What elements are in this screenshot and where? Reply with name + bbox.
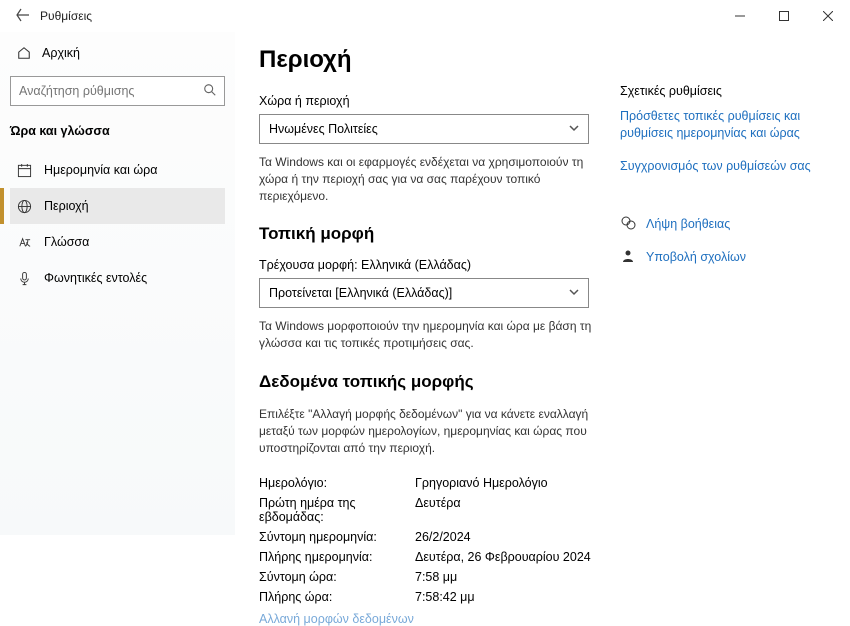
sidebar: Αρχική Ώρα και γλώσσα Ημερομηνία και ώρα… — [0, 32, 235, 535]
chevron-down-icon — [569, 286, 579, 300]
chevron-down-icon — [569, 122, 579, 136]
format-current: Τρέχουσα μορφή: Ελληνικά (Ελλάδας) — [259, 258, 620, 272]
give-feedback-link[interactable]: Υποβολή σχολίων — [620, 248, 820, 267]
country-value: Ηνωμένες Πολιτείες — [269, 122, 378, 136]
data-row: Πλήρης ώρα:7:58:42 μμ — [259, 590, 620, 604]
language-icon — [16, 235, 32, 250]
sidebar-item-datetime[interactable]: Ημερομηνία και ώρα — [10, 152, 225, 188]
country-dropdown[interactable]: Ηνωμένες Πολιτείες — [259, 114, 589, 144]
sidebar-item-label: Ημερομηνία και ώρα — [44, 163, 157, 177]
related-link-additional[interactable]: Πρόσθετες τοπικές ρυθμίσεις και ρυθμίσει… — [620, 108, 820, 142]
content-area: Περιοχή Χώρα ή περιοχή Ηνωμένες Πολιτείε… — [259, 46, 620, 535]
microphone-icon — [16, 271, 32, 286]
sidebar-item-label: Φωνητικές εντολές — [44, 271, 147, 285]
search-box[interactable] — [10, 76, 225, 106]
data-row: Ημερολόγιο:Γρηγοριανό Ημερολόγιο — [259, 476, 620, 490]
format-heading: Τοπική μορφή — [259, 224, 620, 244]
sidebar-item-language[interactable]: Γλώσσα — [10, 224, 225, 260]
sidebar-section-title: Ώρα και γλώσσα — [10, 124, 225, 138]
feedback-icon — [620, 248, 636, 267]
globe-icon — [16, 199, 32, 214]
format-desc: Τα Windows μορφοποιούν την ημερομηνία κα… — [259, 318, 609, 352]
search-input[interactable] — [10, 76, 225, 106]
maximize-button[interactable] — [762, 0, 806, 32]
format-value: Προτείνεται [Ελληνικά (Ελλάδας)] — [269, 286, 452, 300]
data-desc: Επιλέξτε "Αλλαγή μορφής δεδομένων" για ν… — [259, 406, 609, 456]
change-formats-link[interactable]: Αλλανή μορφών δεδομένων — [259, 612, 620, 626]
country-desc: Τα Windows και οι εφαρμογές ενδέχεται να… — [259, 154, 609, 204]
help-icon — [620, 215, 636, 234]
data-row: Σύντομη ημερομηνία:26/2/2024 — [259, 530, 620, 544]
country-label: Χώρα ή περιοχή — [259, 94, 620, 108]
page-heading: Περιοχή — [259, 46, 620, 74]
related-pane: Σχετικές ρυθμίσεις Πρόσθετες τοπικές ρυθ… — [620, 46, 820, 535]
data-row: Σύντομη ώρα:7:58 μμ — [259, 570, 620, 584]
sidebar-item-speech[interactable]: Φωνητικές εντολές — [10, 260, 225, 296]
window-title: Ρυθμίσεις — [40, 9, 92, 23]
data-heading: Δεδομένα τοπικής μορφής — [259, 372, 620, 392]
minimize-button[interactable] — [718, 0, 762, 32]
calendar-icon — [16, 163, 32, 178]
data-row: Πλήρης ημερομηνία:Δευτέρα, 26 Φεβρουαρίο… — [259, 550, 620, 564]
home-icon — [16, 46, 32, 60]
related-link-sync[interactable]: Συγχρονισμός των ρυθμίσεών σας — [620, 158, 820, 175]
close-button[interactable] — [806, 0, 850, 32]
sidebar-item-label: Γλώσσα — [44, 235, 89, 249]
home-link[interactable]: Αρχική — [10, 40, 225, 66]
data-row: Πρώτη ημέρα της εβδομάδας:Δευτέρα — [259, 496, 620, 524]
titlebar: Ρυθμίσεις — [0, 0, 850, 32]
home-label: Αρχική — [42, 46, 80, 60]
back-button[interactable] — [10, 8, 36, 25]
related-heading: Σχετικές ρυθμίσεις — [620, 84, 820, 98]
sidebar-item-label: Περιοχή — [44, 199, 89, 213]
format-dropdown[interactable]: Προτείνεται [Ελληνικά (Ελλάδας)] — [259, 278, 589, 308]
search-icon — [203, 83, 217, 100]
sidebar-item-region[interactable]: Περιοχή — [10, 188, 225, 224]
get-help-link[interactable]: Λήψη βοήθειας — [620, 215, 820, 234]
